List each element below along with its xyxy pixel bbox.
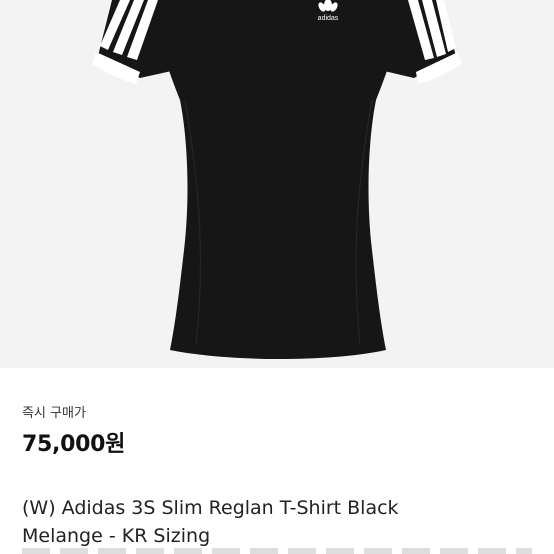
product-info: 즉시 구매가 75,000원 (W) Adidas 3S Slim Reglan…: [0, 368, 554, 554]
buy-type-label: 즉시 구매가: [22, 406, 86, 421]
product-title[interactable]: (W) Adidas 3S Slim Reglan T-Shirt Black …: [22, 494, 532, 550]
logo-text: adidas: [318, 15, 339, 22]
product-title-line-2: Melange - KR Sizing: [22, 525, 211, 547]
tshirt-image: adidas: [92, 0, 462, 359]
product-title-line-1: (W) Adidas 3S Slim Reglan T-Shirt Black: [22, 497, 399, 519]
truncated-text-line: [22, 548, 532, 554]
product-image[interactable]: adidas: [0, 0, 554, 368]
price: 75,000원: [22, 432, 126, 457]
